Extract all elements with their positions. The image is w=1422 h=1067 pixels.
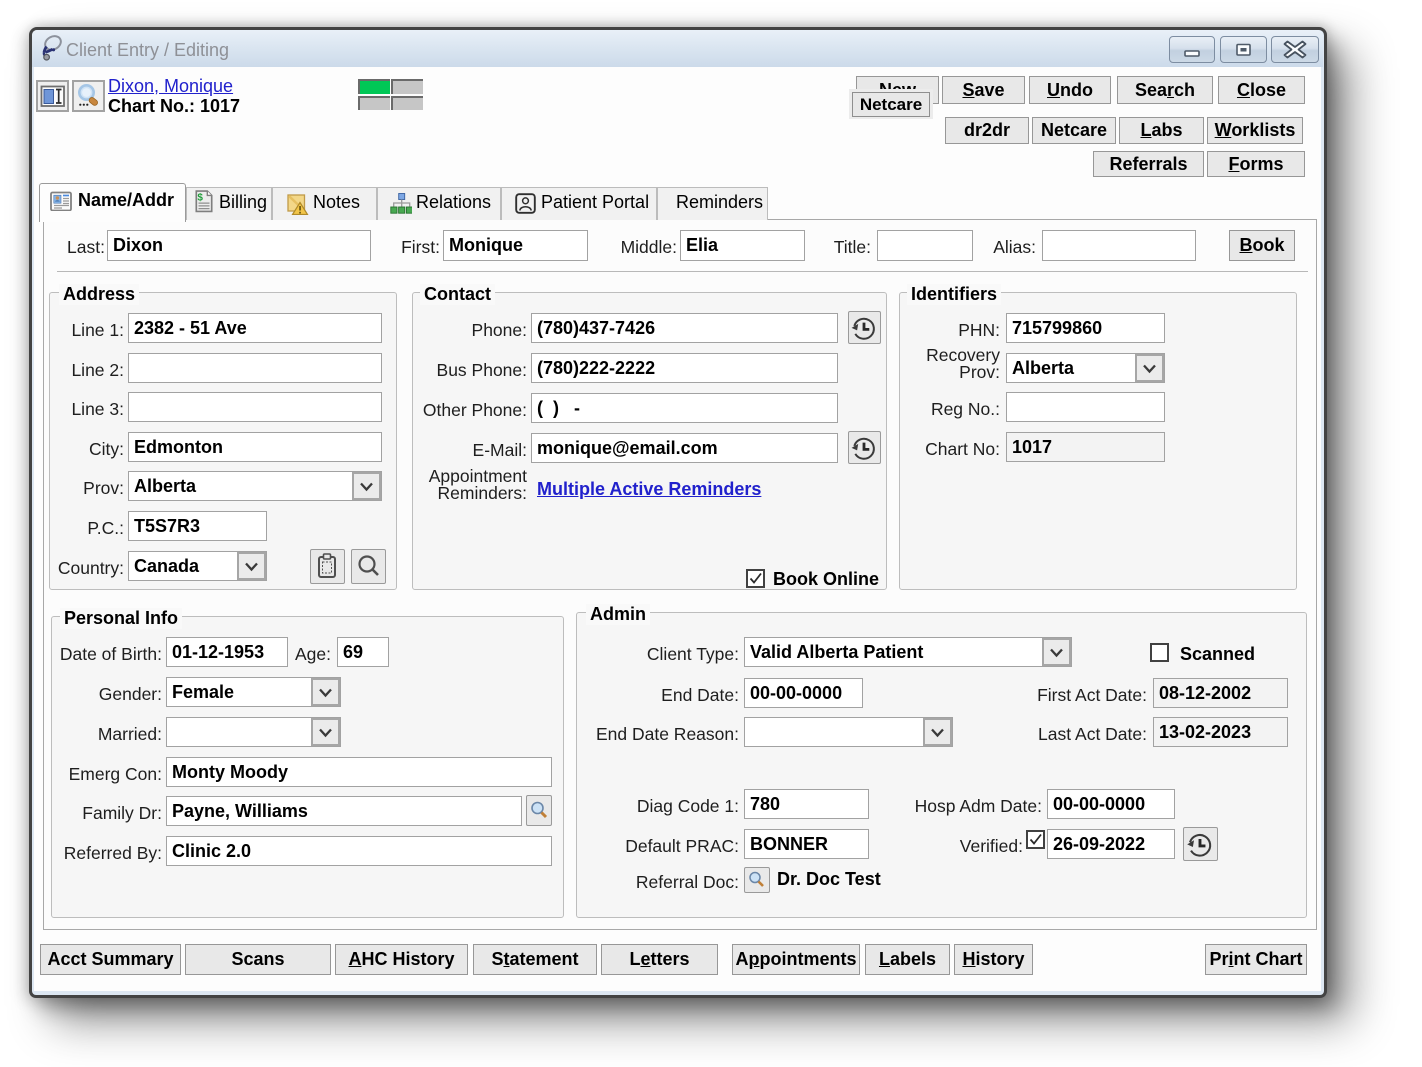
svg-text:$: $ (197, 192, 203, 203)
